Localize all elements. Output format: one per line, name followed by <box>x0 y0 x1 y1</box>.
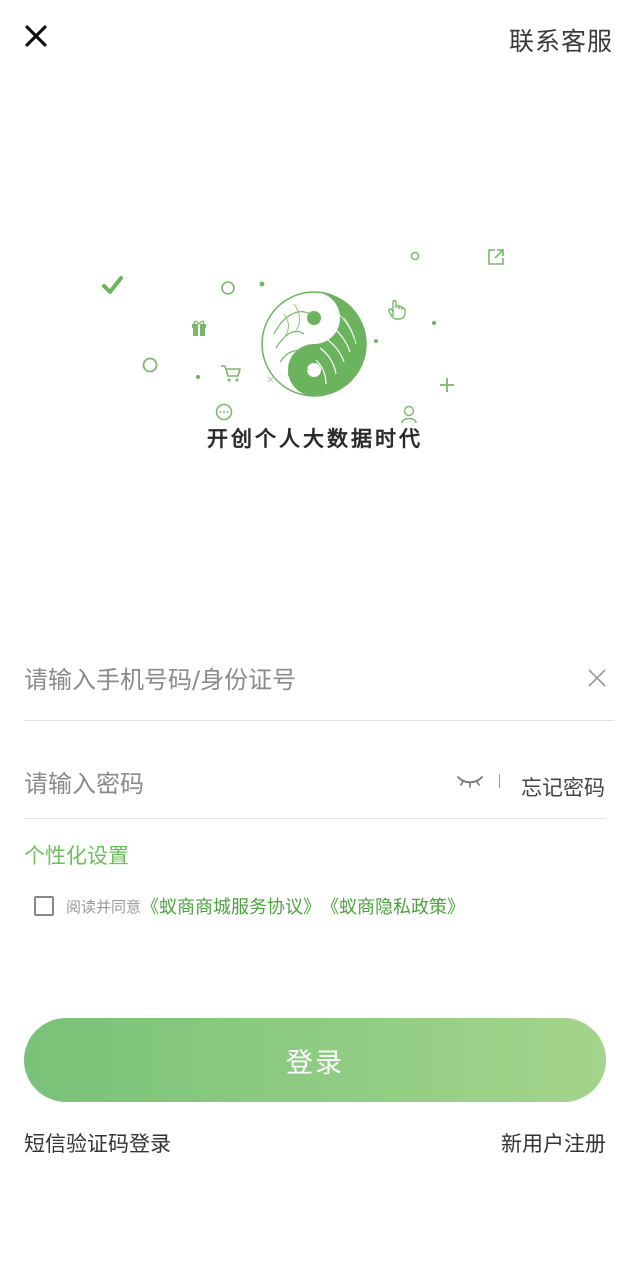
agreement-row: 阅读并同意 《蚁商商城服务协议》 《蚁商隐私政策》 <box>34 894 465 918</box>
user-icon <box>401 405 417 424</box>
hero-slogan: 开创个人大数据时代 <box>207 427 423 451</box>
clear-icon[interactable] <box>586 667 608 689</box>
agree-checkbox[interactable] <box>34 896 54 916</box>
sms-login-link[interactable]: 短信验证码登录 <box>24 1128 171 1158</box>
forgot-password-link[interactable]: 忘记密码 <box>521 772 605 802</box>
close-icon[interactable] <box>22 22 50 50</box>
pointer-icon <box>388 299 406 320</box>
login-button[interactable]: 登录 <box>24 1018 606 1102</box>
chat-icon <box>215 403 233 421</box>
personalize-settings-link[interactable]: 个性化设置 <box>24 840 129 870</box>
cart-icon <box>221 365 241 382</box>
hero-illustration <box>90 230 540 430</box>
small-x-mark <box>267 376 274 383</box>
phone-field-row <box>24 650 614 721</box>
check-icon <box>102 276 123 294</box>
ring-icon <box>142 357 158 373</box>
eye-closed-icon[interactable] <box>456 772 484 790</box>
plus-icon <box>440 378 454 392</box>
phone-input[interactable] <box>24 660 544 700</box>
password-field-row: 忘记密码 <box>24 752 606 819</box>
contact-service-link[interactable]: 联系客服 <box>509 22 613 58</box>
password-input[interactable] <box>24 764 424 804</box>
login-page: 联系客服 开创个人大数据时代 请输入手机号码/身份证号 忘记密码 个性化设置 阅… <box>0 0 630 1280</box>
ring-icon <box>221 281 235 295</box>
agree-prefix-text: 阅读并同意 <box>66 897 142 916</box>
share-icon <box>488 249 504 265</box>
privacy-policy-link[interactable]: 《蚁商隐私政策》 <box>321 893 465 919</box>
yin-yang-emblem <box>261 291 367 397</box>
register-link[interactable]: 新用户注册 <box>501 1128 606 1158</box>
ring-icon <box>410 251 420 261</box>
service-agreement-link[interactable]: 《蚁商商城服务协议》 <box>141 893 321 919</box>
gift-icon <box>192 320 206 336</box>
divider <box>499 774 500 788</box>
